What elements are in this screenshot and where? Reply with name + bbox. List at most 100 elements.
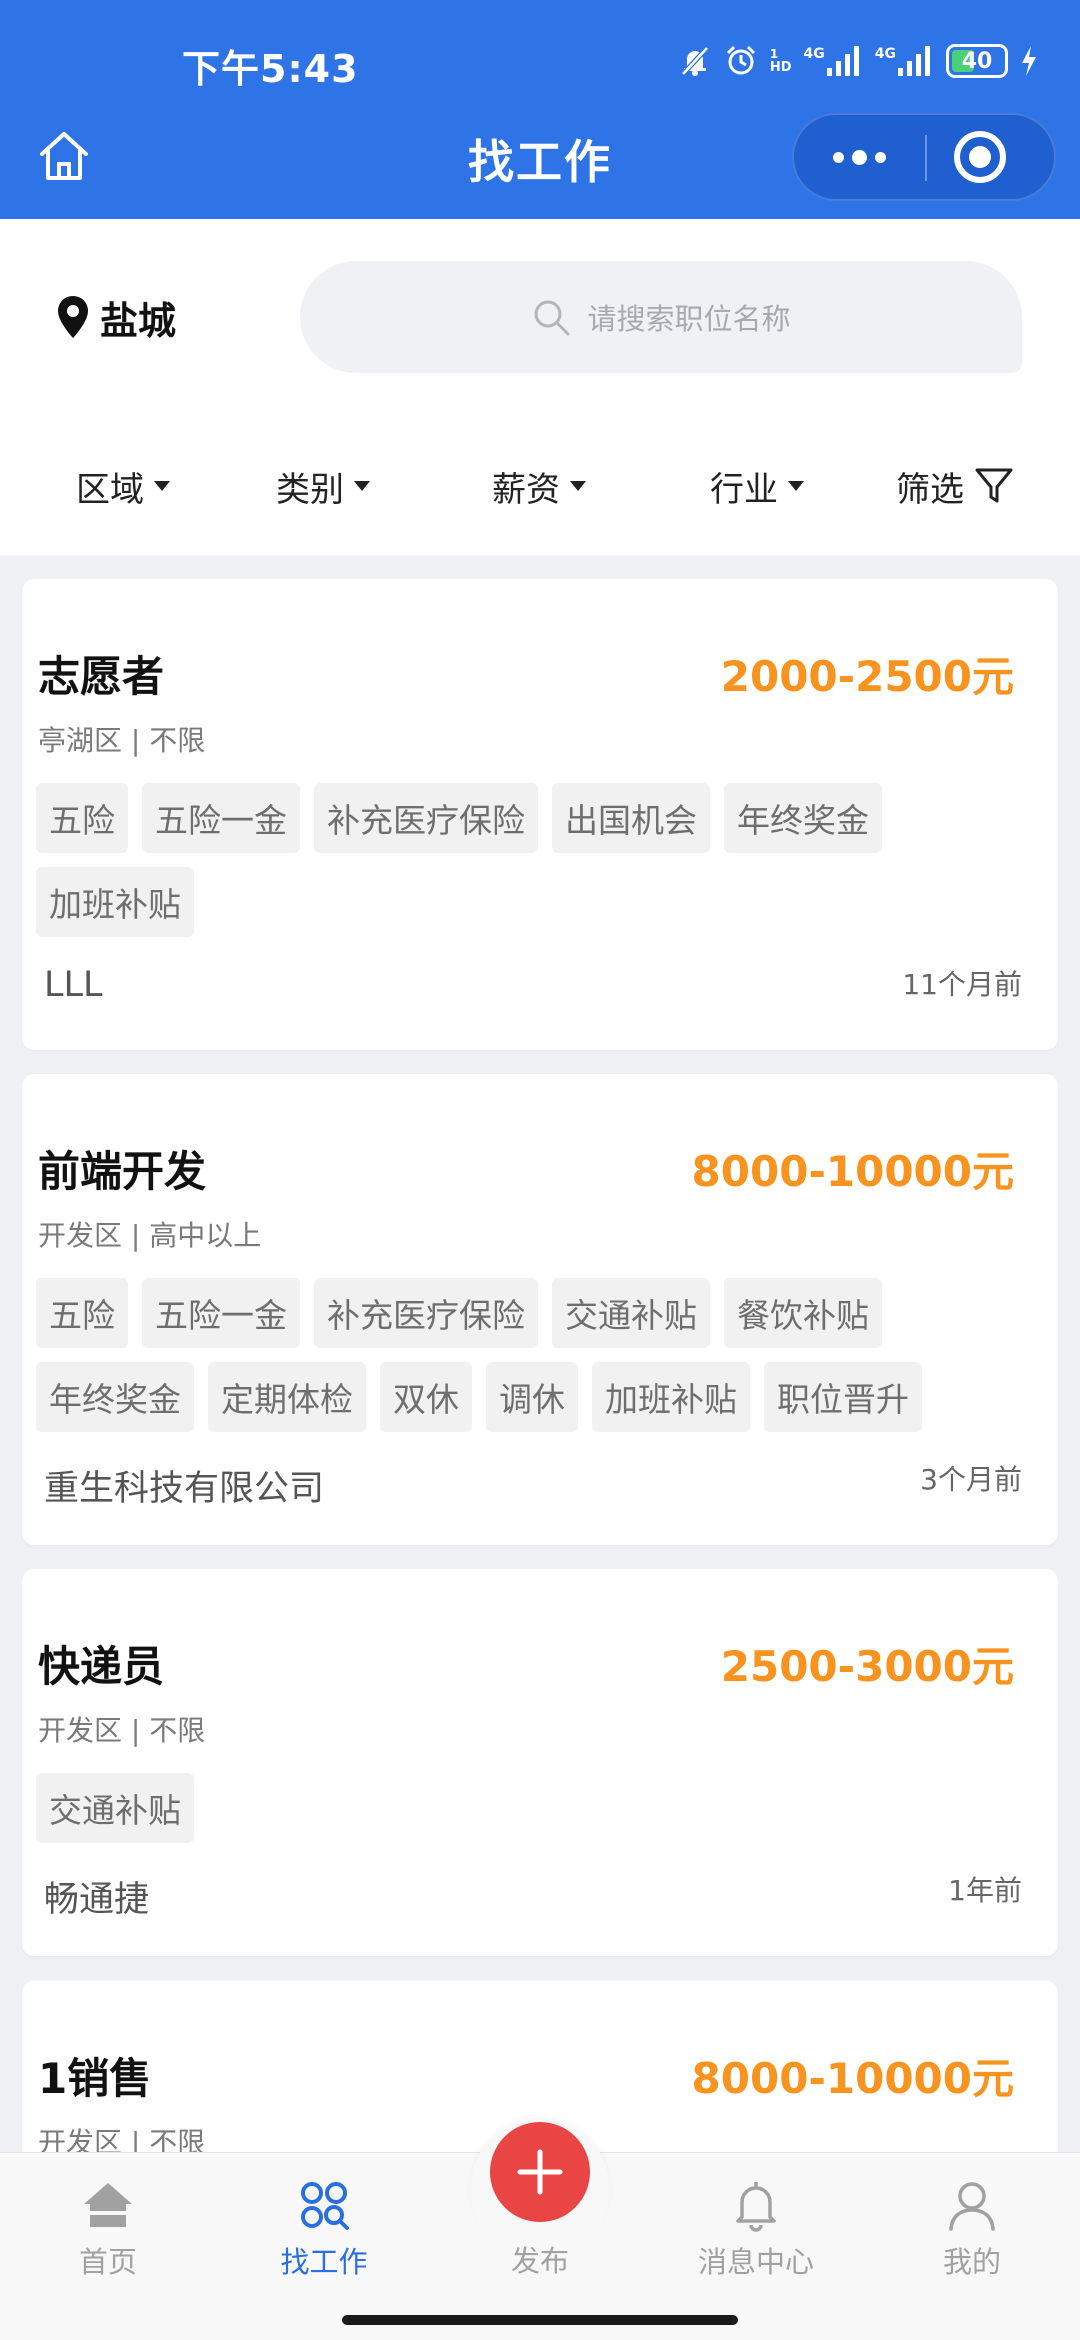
tab-messages[interactable]: 消息中心 <box>648 2153 864 2297</box>
job-title: 1销售 <box>38 2054 152 2103</box>
job-title: 快递员 <box>38 1642 165 1691</box>
nav-bar: 找工作 <box>0 108 1080 218</box>
search-filter-panel: 盐城 请搜索职位名称 区域 类别 薪资 行业 筛选 <box>0 219 1080 555</box>
top-bar: 下午5:43 1 HD 4G 4G 40 找工作 <box>0 0 1080 219</box>
job-tags: 五险 五险一金 补充医疗保险 交通补贴 餐饮补贴 年终奖金 定期体检 双休 调休… <box>36 1278 996 1432</box>
home-filled-icon <box>84 2183 132 2227</box>
status-time: 下午5:43 <box>182 47 359 91</box>
location-pin-icon <box>58 296 88 338</box>
filter-region[interactable]: 区域 <box>76 451 170 521</box>
job-tag: 加班补贴 <box>36 867 194 937</box>
mute-bell-icon <box>681 46 709 76</box>
company-name: 重生科技有限公司 <box>44 1469 325 1509</box>
job-location-education: 开发区 | 不限 <box>38 1714 206 1747</box>
battery-icon: 40 <box>946 44 1008 78</box>
job-salary: 2500-3000元 <box>720 1642 1014 1691</box>
mini-program-capsule <box>792 113 1056 201</box>
caret-down-icon <box>354 481 370 491</box>
grid-circles-icon <box>301 2182 349 2230</box>
filter-category[interactable]: 类别 <box>276 451 370 521</box>
funnel-icon <box>975 468 1013 503</box>
filter-bar: 区域 类别 薪资 行业 筛选 <box>0 451 1080 521</box>
caret-down-icon <box>570 481 586 491</box>
charging-icon <box>1022 46 1036 76</box>
signal-bars-icon <box>826 46 859 76</box>
search-icon <box>534 300 570 336</box>
tab-label: 消息中心 <box>697 2245 814 2279</box>
posted-time: 11个月前 <box>902 968 1022 1001</box>
capsule-divider <box>925 135 927 181</box>
job-tag: 五险 <box>36 1278 128 1348</box>
tab-home[interactable]: 首页 <box>0 2153 216 2297</box>
tab-find-jobs[interactable]: 找工作 <box>216 2153 432 2297</box>
job-card[interactable]: 前端开发 8000-10000元 开发区 | 高中以上 五险 五险一金 补充医疗… <box>22 1074 1058 1545</box>
filter-label: 筛选 <box>896 469 964 510</box>
job-tag: 五险 <box>36 783 128 853</box>
filter-label: 行业 <box>710 469 778 510</box>
search-input[interactable]: 请搜索职位名称 <box>300 261 1022 373</box>
posted-time: 3个月前 <box>920 1463 1022 1496</box>
city-selector[interactable]: 盐城 <box>56 291 176 343</box>
search-placeholder: 请搜索职位名称 <box>587 302 791 336</box>
caret-down-icon <box>154 481 170 491</box>
home-indicator[interactable] <box>342 2315 738 2325</box>
publish-button[interactable] <box>490 2122 590 2222</box>
company-name: LLL <box>44 965 103 1005</box>
user-icon <box>949 2182 995 2231</box>
job-location-education: 亭湖区 | 不限 <box>38 724 206 757</box>
job-tag: 五险一金 <box>142 1278 300 1348</box>
job-tag: 交通补贴 <box>36 1773 194 1843</box>
status-bar: 下午5:43 1 HD 4G 4G 40 <box>0 0 1080 120</box>
alarm-icon <box>726 45 755 75</box>
filter-salary[interactable]: 薪资 <box>492 451 586 521</box>
more-button[interactable] <box>794 115 924 199</box>
job-tag: 加班补贴 <box>592 1362 750 1432</box>
plus-icon <box>517 2149 563 2195</box>
job-tags: 五险 五险一金 补充医疗保险 出国机会 年终奖金 加班补贴 <box>36 783 996 937</box>
status-icons: 1 HD 4G 4G 40 <box>678 38 1038 84</box>
publish-label: 发布 <box>510 2244 569 2278</box>
job-title: 志愿者 <box>38 652 165 701</box>
filter-label: 类别 <box>276 469 344 510</box>
filter-label: 区域 <box>76 469 144 510</box>
job-title: 前端开发 <box>38 1147 207 1196</box>
close-program-icon[interactable] <box>954 131 1006 183</box>
tab-label: 我的 <box>942 2245 1001 2279</box>
job-tag: 双休 <box>380 1362 472 1432</box>
signal-4g-1: 4G <box>804 46 863 76</box>
job-salary: 8000-10000元 <box>691 2054 1014 2103</box>
signal-bars-icon <box>898 46 930 76</box>
hd-badge: 1 HD <box>769 47 792 75</box>
signal-4g-2: 4G <box>875 46 934 76</box>
job-tag: 年终奖金 <box>724 783 882 853</box>
job-tag: 补充医疗保险 <box>314 783 538 853</box>
more-dot-icon <box>832 151 844 163</box>
job-tag: 五险一金 <box>142 783 300 853</box>
job-location-education: 开发区 | 高中以上 <box>38 1219 262 1252</box>
filter-screen[interactable]: 筛选 <box>896 451 1014 521</box>
job-tag: 定期体检 <box>208 1362 366 1432</box>
job-salary: 8000-10000元 <box>691 1147 1014 1196</box>
job-tag: 年终奖金 <box>36 1362 194 1432</box>
tab-label: 找工作 <box>280 2245 368 2279</box>
job-tag: 交通补贴 <box>552 1278 710 1348</box>
job-card[interactable]: 志愿者 2000-2500元 亭湖区 | 不限 五险 五险一金 补充医疗保险 出… <box>22 579 1058 1050</box>
caret-down-icon <box>788 481 804 491</box>
filter-industry[interactable]: 行业 <box>710 451 804 521</box>
job-tags: 交通补贴 <box>36 1773 996 1843</box>
more-dot-icon <box>851 149 867 165</box>
tab-label: 首页 <box>78 2245 137 2279</box>
bell-icon <box>736 2182 776 2232</box>
job-tag: 调休 <box>486 1362 578 1432</box>
more-dot-icon <box>874 151 886 163</box>
job-tag: 餐饮补贴 <box>724 1278 882 1348</box>
posted-time: 1年前 <box>948 1874 1022 1907</box>
job-tag: 职位晋升 <box>764 1362 922 1432</box>
job-tag: 补充医疗保险 <box>314 1278 538 1348</box>
job-tag: 出国机会 <box>552 783 710 853</box>
city-name: 盐城 <box>100 298 177 343</box>
tab-mine[interactable]: 我的 <box>864 2153 1080 2297</box>
job-card[interactable]: 快递员 2500-3000元 开发区 | 不限 交通补贴 畅通捷 1年前 <box>22 1569 1058 1956</box>
job-salary: 2000-2500元 <box>720 652 1014 701</box>
filter-label: 薪资 <box>492 469 560 510</box>
